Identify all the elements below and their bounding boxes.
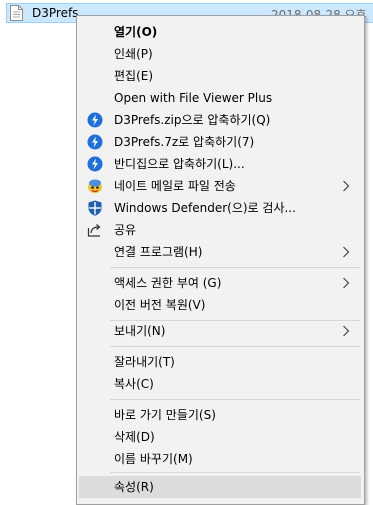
menu-separator — [110, 267, 360, 268]
context-menu: 열기(O) 인쇄(P) 편집(E) Open with File Viewer … — [76, 15, 365, 505]
menu-item-give-access[interactable]: 액세스 권한 부여 (G) — [79, 272, 361, 294]
menu-item-label: 복사(C) — [114, 377, 154, 391]
menu-item-label: 열기(O) — [114, 25, 158, 39]
menu-item-send-to[interactable]: 보내기(N) — [79, 320, 361, 342]
chevron-right-icon — [343, 277, 350, 289]
document-file-icon — [10, 5, 23, 21]
menu-item-label: 액세스 권한 부여 (G) — [114, 276, 222, 290]
menu-item-windows-defender-scan[interactable]: Windows Defender(으)로 검사... — [79, 197, 361, 219]
menu-item-label: 인쇄(P) — [114, 47, 153, 61]
menu-item-label: 네이트 메일로 파일 전송 — [114, 179, 236, 193]
bandizip-icon — [87, 134, 103, 150]
file-name: D3Prefs — [32, 6, 79, 20]
menu-item-rename[interactable]: 이름 바꾸기(M) — [79, 448, 361, 470]
menu-item-label: 삭제(D) — [114, 430, 155, 444]
menu-item-open[interactable]: 열기(O) — [79, 21, 361, 43]
menu-item-label: 속성(R) — [114, 480, 154, 494]
menu-item-label: 바로 가기 만들기(S) — [114, 408, 216, 422]
menu-item-label: 잘라내기(T) — [114, 355, 175, 369]
chevron-right-icon — [343, 325, 350, 337]
menu-item-label: 보내기(N) — [114, 324, 166, 338]
nate-mail-icon — [88, 179, 102, 193]
menu-item-create-shortcut[interactable]: 바로 가기 만들기(S) — [79, 404, 361, 426]
menu-item-label: 편집(E) — [114, 69, 154, 83]
menu-item-copy[interactable]: 복사(C) — [79, 373, 361, 395]
bandizip-icon — [87, 156, 103, 172]
menu-item-edit[interactable]: 편집(E) — [79, 65, 361, 87]
menu-separator — [110, 399, 360, 400]
menu-item-label: 이전 버전 복원(V) — [114, 298, 206, 312]
menu-item-compress-7z[interactable]: D3Prefs.7z로 압축하기(7) — [79, 131, 361, 153]
chevron-right-icon — [343, 246, 350, 258]
menu-item-label: D3Prefs.7z로 압축하기(7) — [114, 135, 255, 149]
menu-separator — [110, 346, 360, 347]
menu-item-label: Open with File Viewer Plus — [114, 91, 273, 105]
menu-item-print[interactable]: 인쇄(P) — [79, 43, 361, 65]
menu-item-cut[interactable]: 잘라내기(T) — [79, 351, 361, 373]
menu-item-restore-previous-versions[interactable]: 이전 버전 복원(V) — [79, 294, 361, 316]
menu-item-label: 연결 프로그램(H) — [114, 245, 203, 259]
chevron-right-icon — [343, 180, 350, 192]
menu-item-open-with[interactable]: 연결 프로그램(H) — [79, 241, 361, 263]
menu-item-compress-bandizip[interactable]: 반디집으로 압축하기(L)... — [79, 153, 361, 175]
menu-item-compress-zip[interactable]: D3Prefs.zip으로 압축하기(Q) — [79, 109, 361, 131]
menu-item-label: D3Prefs.zip으로 압축하기(Q) — [114, 113, 271, 127]
menu-item-send-nate-mail[interactable]: 네이트 메일로 파일 전송 — [79, 175, 361, 197]
menu-item-label: 공유 — [114, 223, 137, 237]
menu-item-label: 반디집으로 압축하기(L)... — [114, 157, 245, 171]
menu-item-open-with-file-viewer-plus[interactable]: Open with File Viewer Plus — [79, 87, 361, 109]
menu-item-properties[interactable]: 속성(R) — [79, 476, 361, 498]
menu-separator — [110, 472, 360, 473]
share-icon — [87, 224, 101, 237]
menu-item-label: Windows Defender(으)로 검사... — [114, 201, 296, 215]
menu-item-label: 이름 바꾸기(M) — [114, 452, 193, 466]
menu-item-delete[interactable]: 삭제(D) — [79, 426, 361, 448]
menu-item-share[interactable]: 공유 — [79, 219, 361, 241]
bandizip-icon — [87, 112, 103, 128]
windows-defender-shield-icon — [88, 200, 102, 216]
